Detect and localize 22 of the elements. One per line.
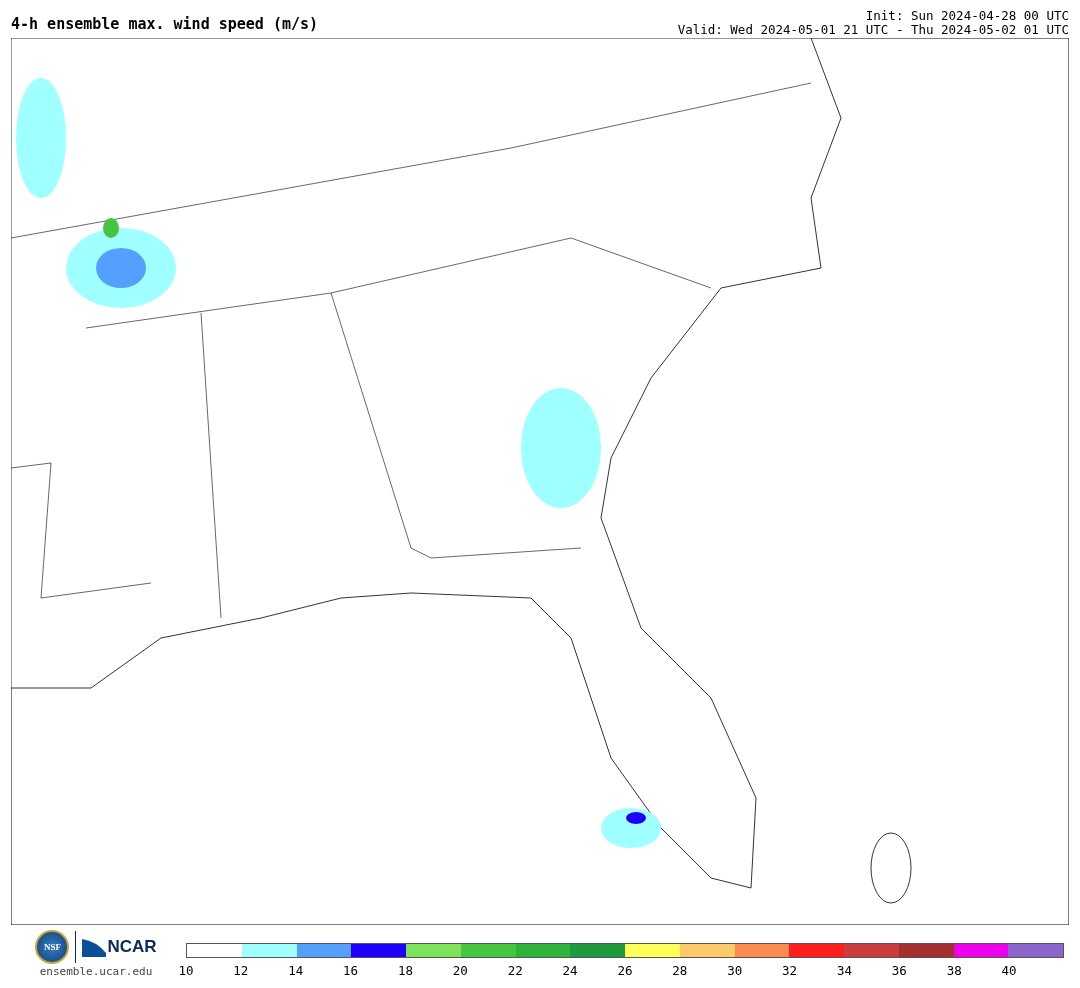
scale-label: 14 xyxy=(288,963,304,978)
nsf-logo: NSF xyxy=(35,930,70,964)
init-time: Init: Sun 2024-04-28 00 UTC xyxy=(865,9,1069,23)
scale-label: 26 xyxy=(617,963,633,978)
scale-label: 22 xyxy=(507,963,523,978)
scale-label: 24 xyxy=(562,963,578,978)
chart-title: 4-h ensemble max. wind speed (m/s) xyxy=(11,15,319,35)
scale-label: 34 xyxy=(836,963,853,978)
scale-label: 10 xyxy=(178,963,194,978)
scale-label: 16 xyxy=(343,963,359,978)
scale-label: 12 xyxy=(233,963,249,978)
scale-label: 20 xyxy=(452,963,468,978)
scale-label: 28 xyxy=(672,963,688,978)
scale-label: 38 xyxy=(946,963,962,978)
ncar-logo: NCAR xyxy=(82,937,157,957)
scale-label: 18 xyxy=(397,963,414,978)
scale-label: 30 xyxy=(727,963,743,978)
valid-time: Valid: Wed 2024-05-01 21 UTC - Thu 2024-05-02 01 UTC xyxy=(677,23,1069,37)
scale-label: 36 xyxy=(891,963,907,978)
scale-label: 40 xyxy=(1001,963,1017,978)
scale-label: 32 xyxy=(782,963,798,978)
site-url: ensemble.ucar.edu xyxy=(39,965,153,978)
